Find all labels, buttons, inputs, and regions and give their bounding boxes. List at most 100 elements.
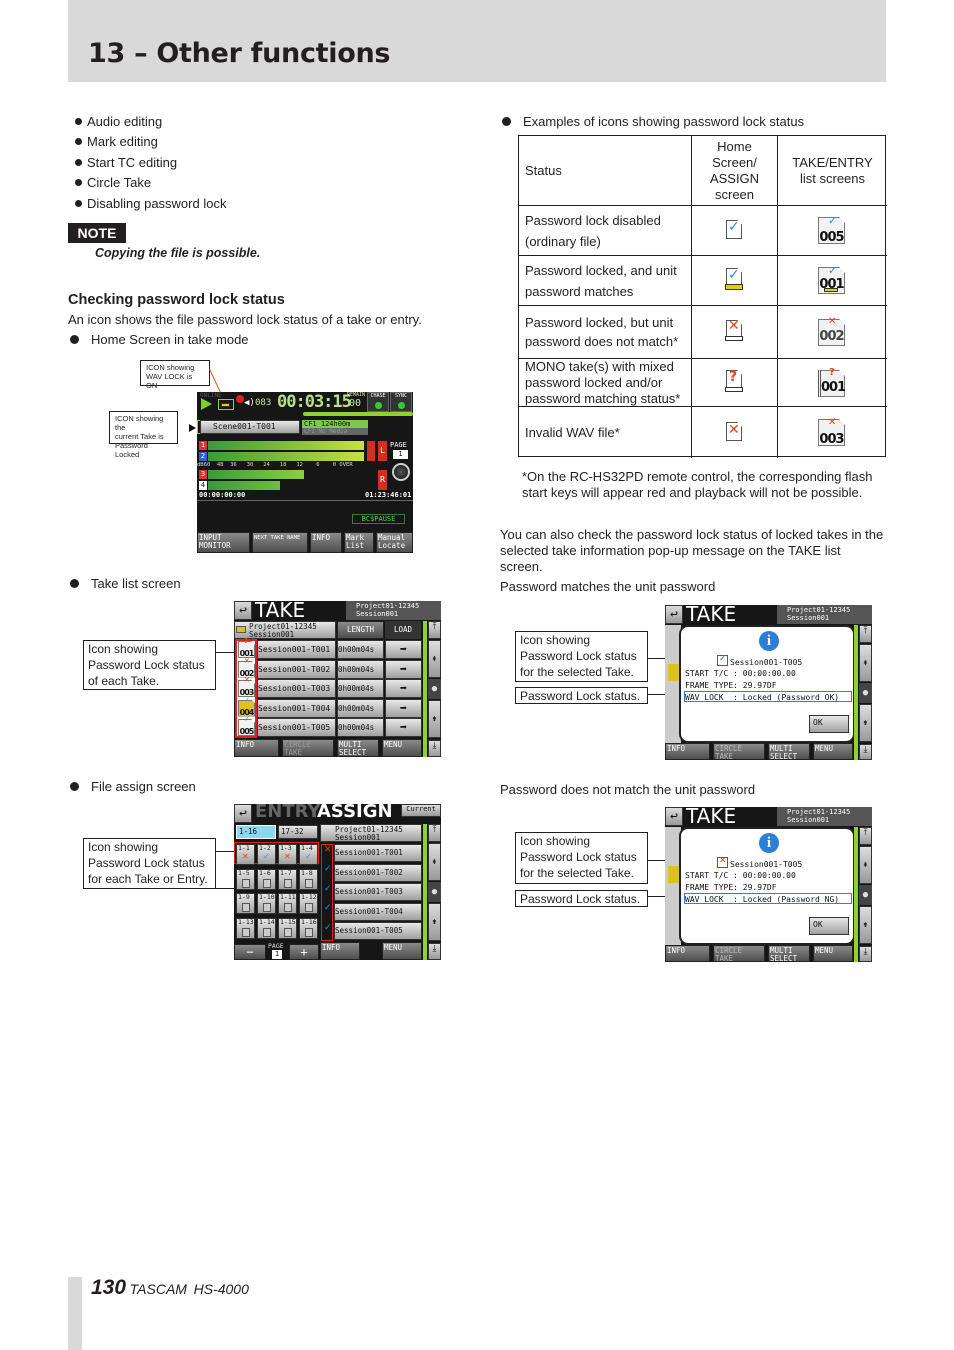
scrollbar[interactable] (423, 621, 427, 757)
info-popup: i ✓ Session001-T005 START T/C : 00:00:00… (679, 625, 855, 743)
icon-status-table: Status Home Screen/ ASSIGN screen TAKE/E… (518, 135, 887, 458)
bullet-item: Disabling password lock (75, 196, 226, 211)
ok-button[interactable]: OK (809, 917, 849, 935)
slot-button[interactable]: 1-5 (236, 868, 255, 890)
tab-17-32[interactable]: 17-32 (278, 825, 318, 839)
callout-status: Password Lock status. (515, 890, 648, 907)
play-icon (201, 398, 212, 410)
slot-button[interactable]: 1-13 (236, 917, 255, 939)
file-icon (263, 878, 271, 888)
info-icon: i (759, 631, 779, 651)
back-icon[interactable]: ↩ (234, 601, 252, 620)
slot-button[interactable]: 1-7 (278, 868, 297, 890)
speaker-icon: ◀) (244, 398, 255, 408)
back-icon[interactable]: ↩ (665, 605, 683, 624)
info-button[interactable]: INFO (310, 532, 342, 553)
slot-button[interactable]: 1-14 (257, 917, 276, 939)
slot-button[interactable]: 1-1 ✕ (236, 844, 255, 865)
page-up-icon[interactable]: ⇞ (428, 640, 441, 678)
take-list-label: Take list screen (70, 576, 181, 591)
page-plus-button[interactable]: + (289, 944, 319, 960)
load-arrow-icon[interactable]: ➡ (385, 698, 422, 718)
dial-icon[interactable] (392, 463, 410, 481)
slot-button[interactable]: 1-12 (299, 893, 318, 914)
slot-button[interactable]: 1-8 (299, 868, 318, 890)
tab-1-16[interactable]: 1-16 (236, 825, 276, 839)
wav-lock-icon (218, 399, 234, 410)
page-number: 130 (91, 1276, 127, 1299)
scrollbar[interactable] (423, 824, 427, 960)
pointer-arrow-icon (189, 424, 196, 432)
lock-status-icon: ✕ (242, 852, 249, 861)
scroll-top-icon[interactable]: ⤒ (428, 621, 441, 639)
screen-title: TAKE (255, 601, 306, 622)
manual-locate-button[interactable]: Manual Locate (376, 532, 413, 553)
file-assign-screen: ↩ ENTRY ASSIGN Current 1-16 17-32 Projec… (234, 804, 441, 960)
footer-bar (68, 1277, 82, 1350)
slot-button[interactable]: 1-10 (257, 893, 276, 914)
load-arrow-icon[interactable]: ➡ (385, 679, 422, 698)
chapter-title: 13 – Other functions (88, 38, 391, 69)
meter-ch4 (208, 481, 280, 490)
slot-button[interactable]: 1-15 (278, 917, 297, 939)
scroll-bottom-icon[interactable]: ⤓ (428, 740, 441, 757)
nomatch-label: Password does not match the unit passwor… (500, 782, 756, 797)
callout-assign: Icon showing Password Lock status for ea… (83, 838, 216, 889)
page-down-icon[interactable]: ⇟ (428, 903, 441, 941)
circle-take-button[interactable]: CIRCLE TAKE (282, 739, 334, 757)
paragraph: You can also check the password lock sta… (500, 527, 884, 574)
info-button[interactable]: INFO (320, 942, 360, 960)
slot-button[interactable]: 1-2 ✓ (257, 844, 276, 865)
file-icon (242, 927, 250, 937)
slot-button[interactable]: 1-4 ✓ (299, 844, 318, 865)
section-intro: An icon shows the file password lock sta… (68, 312, 422, 327)
info-icon: i (759, 833, 779, 853)
menu-button[interactable]: MENU (382, 942, 422, 960)
ok-button[interactable]: OK (809, 715, 849, 733)
page-up-icon[interactable]: ⇞ (428, 843, 441, 881)
load-arrow-icon[interactable]: ➡ (385, 640, 422, 659)
wav-lock-status: WAV LOCK : Locked (Password OK) (684, 691, 852, 702)
lock-status-icon: ✓ (717, 654, 728, 666)
mark-list-button[interactable]: Mark List (344, 532, 374, 553)
load-arrow-icon[interactable]: ➡ (385, 718, 422, 737)
slot-button[interactable]: 1-6 (257, 868, 276, 890)
scroll-thumb-icon[interactable]: ● (428, 679, 441, 699)
meter-ch1 (208, 441, 364, 450)
tab-assign[interactable]: ASSIGN (317, 804, 393, 822)
menu-button[interactable]: MENU (382, 739, 422, 757)
slot-button[interactable]: 1-16 (299, 917, 318, 939)
chapter-header: 13 – Other functions (68, 0, 886, 82)
take-info-popup-screen: ↩ TAKE Project01-12345 Session001 i ✕ Ses… (665, 807, 872, 962)
project-selector[interactable]: Project01-12345 Session001 (346, 601, 441, 620)
slot-button[interactable]: 1-9 (236, 893, 255, 914)
next-take-name-button[interactable]: NEXT TAKE NAME (252, 532, 308, 553)
slot-button[interactable]: 1-3 ✕ (278, 844, 297, 865)
take-name-button[interactable]: Scene001-T001 (200, 420, 300, 434)
page-minus-button[interactable]: − (234, 944, 266, 960)
note-text: Copying the file is possible. (95, 246, 261, 260)
file-icon (305, 903, 313, 912)
scroll-bottom-icon[interactable]: ⤓ (428, 943, 441, 960)
info-button[interactable]: INFO (234, 739, 279, 757)
multi-select-button[interactable]: MULTI SELECT (337, 739, 379, 757)
callout-take-list: Icon showing Password Lock status of eac… (83, 640, 216, 690)
session-folder: Project01-12345 Session001 (320, 824, 422, 842)
tab-entry[interactable]: ENTRY (255, 804, 321, 822)
take-list-screen: ↩ TAKE Project01-12345 Session001 Project… (234, 601, 441, 757)
page-down-icon[interactable]: ⇟ (428, 700, 441, 738)
file-icon (305, 878, 313, 888)
record-icon (236, 395, 244, 403)
load-arrow-icon[interactable]: ➡ (385, 659, 422, 679)
back-icon[interactable]: ↩ (234, 804, 252, 823)
back-icon[interactable]: ↩ (665, 807, 683, 826)
input-monitor-button[interactable]: INPUT MONITOR (197, 532, 250, 553)
scroll-thumb-icon[interactable]: ● (428, 882, 441, 902)
file-assign-label: File assign screen (70, 779, 196, 794)
current-selector[interactable]: Current (401, 804, 441, 817)
scroll-top-icon[interactable]: ⤒ (428, 824, 441, 842)
session-folder: Project01-12345 Session001 (234, 621, 336, 639)
match-label: Password matches the unit password (500, 579, 716, 594)
slot-button[interactable]: 1-11 (278, 893, 297, 914)
table-cell: Password lock disabled (ordinary file) (519, 206, 692, 256)
